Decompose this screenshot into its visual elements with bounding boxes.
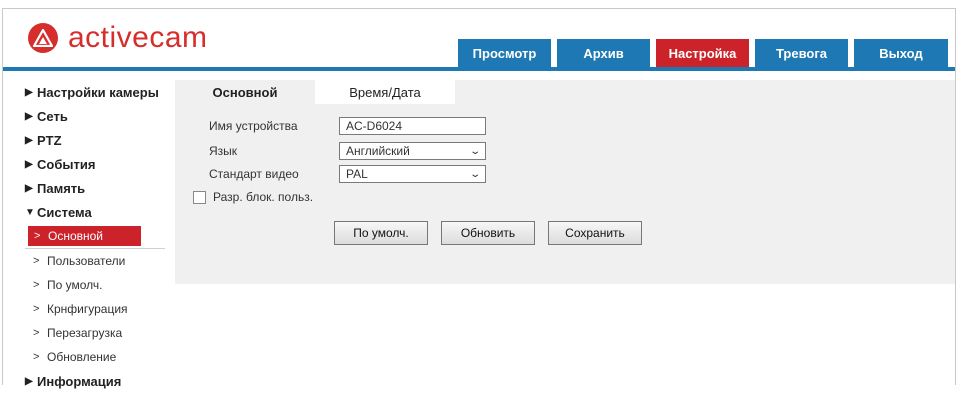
sidebar-subitem-basic[interactable]: > Основной (28, 226, 141, 246)
triangle-right-icon: ▶ (25, 134, 33, 146)
basic-settings-form: Имя устройства AC-D6024 Язык Английский … (175, 104, 955, 284)
triangle-down-icon: ▼ (25, 206, 35, 218)
header: activecam Просмотр Архив Настройка Трево… (3, 9, 955, 71)
triangle-right-icon: ▶ (25, 86, 33, 98)
sidebar-item-label: Информация (37, 373, 122, 389)
chevron-right-icon: > (33, 255, 40, 267)
video-standard-value: PAL (346, 167, 368, 181)
sidebar-subitem-defaults[interactable]: > По умолч. (25, 273, 175, 297)
language-label: Язык (209, 144, 238, 158)
video-standard-select[interactable]: PAL ⌄ (339, 165, 486, 183)
sidebar-item-information[interactable]: ▶ Информация (25, 369, 175, 393)
language-select[interactable]: Английский ⌄ (339, 142, 486, 160)
sidebar-item-label: События (37, 156, 96, 172)
user-unlock-label: Разр. блок. польз. (213, 190, 314, 204)
nav-tab-logout[interactable]: Выход (854, 39, 948, 67)
nav-tab-settings[interactable]: Настройка (656, 39, 749, 67)
triangle-right-icon: ▶ (25, 182, 33, 194)
sidebar-subitem-users[interactable]: > Пользователи (25, 249, 175, 273)
sidebar-subitem-label: По умолч. (47, 278, 103, 292)
chevron-right-icon: > (33, 303, 40, 315)
save-button[interactable]: Сохранить (548, 221, 642, 245)
chevron-right-icon: > (33, 327, 40, 339)
sidebar-item-events[interactable]: ▶ События (25, 152, 175, 176)
brand-name: activecam (68, 21, 208, 54)
triangle-right-icon: ▶ (25, 158, 33, 170)
chevron-down-icon: ⌄ (468, 145, 481, 157)
chevron-right-icon: > (33, 279, 40, 291)
sidebar-item-label: Настройки камеры (37, 84, 159, 100)
chevron-right-icon: > (33, 351, 40, 363)
sidebar-item-storage[interactable]: ▶ Память (25, 176, 175, 200)
main-nav: Просмотр Архив Настройка Тревога Выход (458, 39, 948, 67)
sidebar-subitem-label: Обновление (47, 350, 117, 364)
sidebar-item-camera-settings[interactable]: ▶ Настройки камеры (25, 80, 175, 104)
user-unlock-row: Разр. блок. польз. (193, 190, 313, 204)
sidebar-item-label: Система (37, 204, 92, 220)
defaults-button[interactable]: По умолч. (334, 221, 428, 245)
sidebar-subitem-label: Пользователи (47, 254, 126, 268)
chevron-down-icon: ⌄ (468, 168, 481, 180)
settings-panel: Основной Время/Дата Имя устройства AC-D6… (175, 80, 955, 284)
content-tabs: Основной Время/Дата (175, 80, 455, 104)
sidebar-subitem-label: Крнфигурация (47, 302, 128, 316)
sidebar: ▶ Настройки камеры ▶ Сеть ▶ PTZ ▶ Событи… (25, 80, 175, 393)
nav-tab-alarm[interactable]: Тревога (755, 39, 848, 67)
language-value: Английский (346, 144, 410, 158)
sidebar-subitem-reboot[interactable]: > Перезагрузка (25, 321, 175, 345)
nav-tab-archive[interactable]: Архив (557, 39, 650, 67)
video-standard-label: Стандарт видео (209, 167, 299, 181)
language-row: Язык Английский ⌄ (209, 142, 486, 160)
device-name-input[interactable]: AC-D6024 (339, 117, 486, 135)
sidebar-subitem-label: Основной (48, 229, 104, 243)
sidebar-subitem-configuration[interactable]: > Крнфигурация (25, 297, 175, 321)
sidebar-item-system[interactable]: ▼ Система (25, 200, 175, 224)
device-name-label: Имя устройства (209, 119, 298, 133)
nav-tab-preview[interactable]: Просмотр (458, 39, 551, 67)
video-standard-row: Стандарт видео PAL ⌄ (209, 165, 486, 183)
user-unlock-checkbox[interactable] (193, 190, 206, 204)
triangle-right-icon: ▶ (25, 110, 33, 122)
triangle-right-icon: ▶ (25, 375, 33, 387)
sidebar-subitem-update[interactable]: > Обновление (25, 345, 175, 369)
sidebar-subitem-label: Перезагрузка (47, 326, 123, 340)
chevron-right-icon: > (34, 230, 41, 242)
sidebar-item-ptz[interactable]: ▶ PTZ (25, 128, 175, 152)
refresh-button[interactable]: Обновить (441, 221, 535, 245)
sidebar-item-label: Память (37, 180, 86, 196)
sidebar-item-label: Сеть (37, 108, 68, 124)
sidebar-item-network[interactable]: ▶ Сеть (25, 104, 175, 128)
logo: activecam (28, 21, 208, 55)
button-bar: По умолч. Обновить Сохранить (334, 221, 655, 245)
tab-time-date[interactable]: Время/Дата (315, 80, 455, 104)
sidebar-item-label: PTZ (37, 132, 62, 148)
logo-icon (28, 23, 58, 53)
tab-basic[interactable]: Основной (175, 80, 315, 104)
device-name-row: Имя устройства AC-D6024 (209, 117, 486, 135)
